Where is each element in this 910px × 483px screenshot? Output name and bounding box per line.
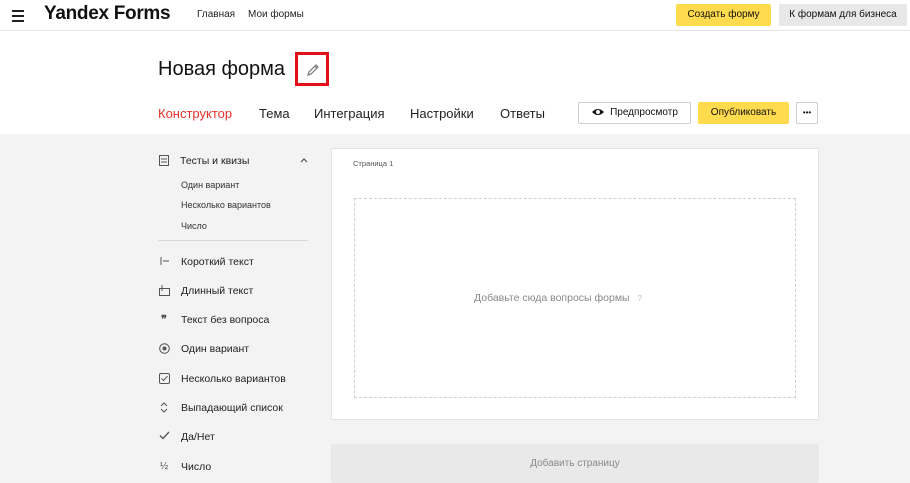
sidebar-item-dropdown[interactable]: Выпадающий список [181,402,283,414]
sidebar-item-number[interactable]: Число [181,461,211,473]
edit-title-button[interactable] [295,52,329,86]
check-icon [158,431,170,443]
preview-button[interactable]: Предпросмотр [578,102,691,124]
top-bar: Yandex Forms Главная Мои формы Создать ф… [0,0,910,31]
pencil-icon [307,64,319,76]
checkbox-icon [158,373,170,385]
tab-settings[interactable]: Настройки [410,106,474,121]
sidebar-item-single-choice[interactable]: Один вариант [181,343,249,355]
sidebar-subitem-single[interactable]: Один вариант [181,180,239,190]
sidebar-item-text-no-question[interactable]: Текст без вопроса [181,314,269,326]
sidebar-item-long-text[interactable]: Длинный текст [181,285,253,297]
radio-icon [158,343,170,355]
dropzone-label: Добавьте сюда вопросы формы [474,292,630,304]
sidebar-subitem-multiple[interactable]: Несколько вариантов [181,200,271,210]
tab-integration[interactable]: Интеграция [314,106,385,121]
short-text-icon [158,256,170,268]
tab-theme[interactable]: Тема [259,106,290,121]
sidebar-subitem-number[interactable]: Число [181,221,207,231]
tab-answers[interactable]: Ответы [500,106,545,121]
preview-label: Предпросмотр [610,107,678,118]
nav-my-forms[interactable]: Мои формы [248,9,304,20]
add-page-button[interactable]: Добавить страницу [331,444,819,483]
more-button[interactable]: ••• [796,102,818,124]
sidebar [148,141,318,483]
app-logo[interactable]: Yandex Forms [44,3,171,25]
eye-icon [592,109,605,116]
dropdown-icon [158,402,170,414]
sidebar-divider [158,240,308,241]
chevron-up-icon[interactable] [300,157,308,163]
business-forms-button[interactable]: К формам для бизнеса [779,4,907,26]
page-label: Страница 1 [353,159,394,168]
dropzone-text: Добавьте сюда вопросы формы ? [474,292,647,304]
sidebar-group-quizzes[interactable]: Тесты и квизы [180,155,249,167]
sidebar-item-short-text[interactable]: Короткий текст [181,256,254,268]
publish-button[interactable]: Опубликовать [698,102,789,124]
tab-constructor[interactable]: Конструктор [158,106,232,121]
menu-icon[interactable] [12,7,26,23]
form-title: Новая форма [158,58,286,80]
sidebar-item-yes-no[interactable]: Да/Нет [181,431,215,443]
help-icon[interactable]: ? [638,294,647,303]
quote-icon: ❞ [161,314,167,326]
long-text-icon [158,285,170,297]
number-icon: ½ [159,461,169,472]
nav-home[interactable]: Главная [197,9,235,20]
sidebar-item-multiple-choice[interactable]: Несколько вариантов [181,373,286,385]
quiz-icon [158,155,170,167]
create-form-button[interactable]: Создать форму [676,4,771,26]
